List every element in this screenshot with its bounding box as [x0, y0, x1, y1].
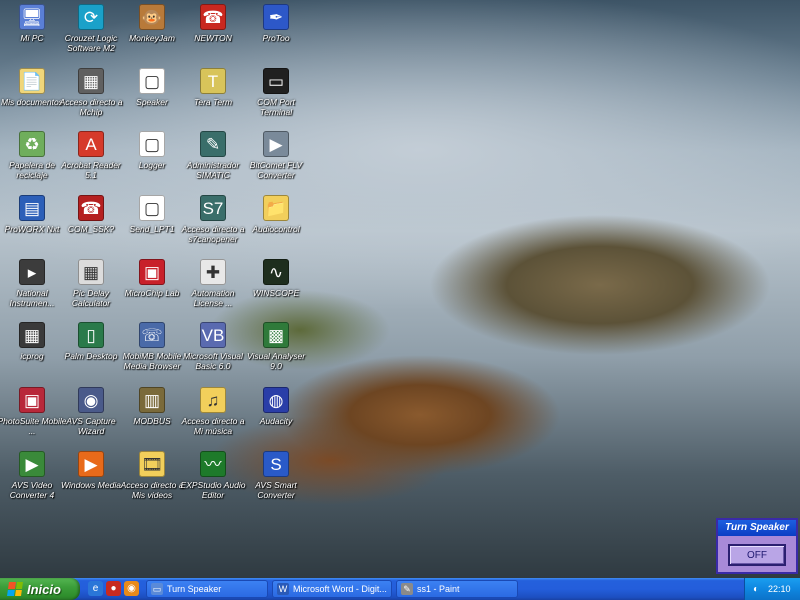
- media-icon[interactable]: ●: [106, 581, 121, 596]
- desktop-icon-label: NEWTON: [194, 33, 232, 43]
- desktop-icon[interactable]: ✚ Automation License ...: [177, 259, 249, 308]
- acrobat-icon: A: [78, 131, 104, 157]
- oscilloscope-icon: ∿: [263, 259, 289, 285]
- desktop-icon[interactable]: ▩ Visual Analyser 9.0: [240, 322, 312, 371]
- desktop-icon[interactable]: VB Microsoft Visual Basic 6.0: [177, 322, 249, 371]
- avs-capture-icon: ◉: [78, 387, 104, 413]
- turn-speaker-window[interactable]: Turn Speaker OFF: [716, 518, 798, 574]
- desktop-icon-label: Automation License ...: [191, 288, 235, 308]
- taskbar-button-label: Microsoft Word - Digit...: [293, 584, 387, 594]
- word-icon: W: [277, 583, 289, 595]
- audacity-icon: ◍: [263, 387, 289, 413]
- quick-launch: e ● ◉: [88, 581, 139, 596]
- avs-smart-icon: S: [263, 451, 289, 477]
- national-instruments-icon: ▸: [19, 259, 45, 285]
- modbus-icon: ▥: [139, 387, 165, 413]
- desktop-icon[interactable]: S AVS Smart Converter: [240, 451, 312, 500]
- calculator-icon: ▦: [78, 259, 104, 285]
- protoo-icon: ✒: [263, 4, 289, 30]
- desktop-icon[interactable]: S7 Acceso directo a s7canopener: [177, 195, 249, 244]
- desktop-icon-label: EXPStudio Audio Editor: [180, 480, 246, 500]
- folder-icon: 📁: [263, 195, 289, 221]
- desktop-icon[interactable]: ◍ Audacity: [240, 387, 312, 426]
- taskbar-button[interactable]: ✎ ss1 - Paint: [396, 580, 518, 598]
- icprog-icon: ▦: [19, 322, 45, 348]
- visual-basic-icon: VB: [200, 322, 226, 348]
- volume-icon[interactable]: ◐: [750, 583, 762, 595]
- monkey-icon: 🐵: [139, 4, 165, 30]
- taskbar-button-label: Turn Speaker: [167, 584, 222, 594]
- taskbar-button[interactable]: W Microsoft Word - Digit...: [272, 580, 392, 598]
- teraterm-icon: T: [200, 68, 226, 94]
- system-tray: ◐ 22:10: [744, 578, 800, 600]
- desktop-icon[interactable]: ▭ COM Port Terminal: [240, 68, 312, 117]
- desktop-icon[interactable]: ☎ NEWTON: [177, 4, 249, 43]
- newton-icon: ☎: [200, 4, 226, 30]
- desktop-icon-label: Audacity: [259, 416, 293, 426]
- desktop-icon-label: Acceso directo a s7canopener: [181, 224, 245, 244]
- desktop-icon[interactable]: 📁 Audiocontrol: [240, 195, 312, 234]
- clock[interactable]: 22:10: [768, 584, 791, 594]
- firefox-icon[interactable]: ◉: [124, 581, 139, 596]
- bitcomet-icon: ▶: [263, 131, 289, 157]
- desktop-icon[interactable]: 〰 EXPStudio Audio Editor: [177, 451, 249, 500]
- microchip-icon: ▣: [139, 259, 165, 285]
- chip-icon: ▦: [78, 68, 104, 94]
- avs-video-icon: ▶: [19, 451, 45, 477]
- windows-media-icon: ▶: [78, 451, 104, 477]
- photosuite-icon: ▣: [19, 387, 45, 413]
- desktop-icon-label: Tera Term: [193, 97, 233, 107]
- license-icon: ✚: [200, 259, 226, 285]
- start-label: Inicio: [27, 581, 61, 597]
- desktop-icon-label: Audiocontrol: [252, 224, 300, 234]
- desktop-icon[interactable]: ✒ ProToo: [240, 4, 312, 43]
- simatic-icon: ✎: [200, 131, 226, 157]
- palm-icon: ▯: [78, 322, 104, 348]
- desktop-icon[interactable]: T Tera Term: [177, 68, 249, 107]
- s7-icon: S7: [200, 195, 226, 221]
- crouzet-icon: ⟳: [78, 4, 104, 30]
- ie-icon[interactable]: e: [88, 581, 103, 596]
- taskbar-button-label: ss1 - Paint: [417, 584, 460, 594]
- desktop-icon-label: ProToo: [262, 33, 290, 43]
- proworx-icon: ▤: [19, 195, 45, 221]
- paint-icon: ✎: [401, 583, 413, 595]
- desktop-icon-label: COM Port Terminal: [257, 97, 295, 117]
- desktop: 🖥 Mi PC ⟳ Crouzet Logic Software M2 🐵 MonkeyJ…: [0, 0, 800, 578]
- recycle-bin-icon: ♻: [19, 131, 45, 157]
- taskbar: Inicio e ● ◉ ▭ Turn Speaker W Microsoft Word …: [0, 578, 800, 600]
- folder-documents-icon: 📄: [19, 68, 45, 94]
- terminal-icon: ▭: [263, 68, 289, 94]
- turn-speaker-title: Turn Speaker: [718, 520, 796, 536]
- analyser-icon: ▩: [263, 322, 289, 348]
- windows-logo-icon: [7, 582, 23, 596]
- file-icon: ▢: [139, 195, 165, 221]
- desktop-icon-label: WINSCOPE: [252, 288, 300, 298]
- video-folder-icon: 🎞: [139, 451, 165, 477]
- speaker-off-button[interactable]: OFF: [728, 544, 786, 566]
- computer-icon: 🖥: [19, 4, 45, 30]
- window-icon: ▭: [151, 583, 163, 595]
- desktop-icon-label: AVS Smart Converter: [255, 480, 297, 500]
- audio-editor-icon: 〰: [200, 451, 226, 477]
- desktop-icon[interactable]: ∿ WINSCOPE: [240, 259, 312, 298]
- taskbar-button[interactable]: ▭ Turn Speaker: [146, 580, 268, 598]
- file-icon: ▢: [139, 68, 165, 94]
- desktop-icon[interactable]: ♫ Acceso directo a Mi música: [177, 387, 249, 436]
- music-folder-icon: ♫: [200, 387, 226, 413]
- file-icon: ▢: [139, 131, 165, 157]
- desktop-icon-label: Administrador SIMATIC: [186, 160, 240, 180]
- desktop-icon-label: Acceso directo a Mi música: [181, 416, 245, 436]
- desktop-icon-label: BitComet FLV Converter: [249, 160, 303, 180]
- desktop-icon-label: Visual Analyser 9.0: [246, 351, 306, 371]
- mobile-icon: ☏: [139, 322, 165, 348]
- telephone-icon: ☎: [78, 195, 104, 221]
- start-button[interactable]: Inicio: [0, 578, 80, 600]
- desktop-icon[interactable]: ▶ BitComet FLV Converter: [240, 131, 312, 180]
- desktop-icon[interactable]: ✎ Administrador SIMATIC: [177, 131, 249, 180]
- desktop-icon-label: Microsoft Visual Basic 6.0: [183, 351, 243, 371]
